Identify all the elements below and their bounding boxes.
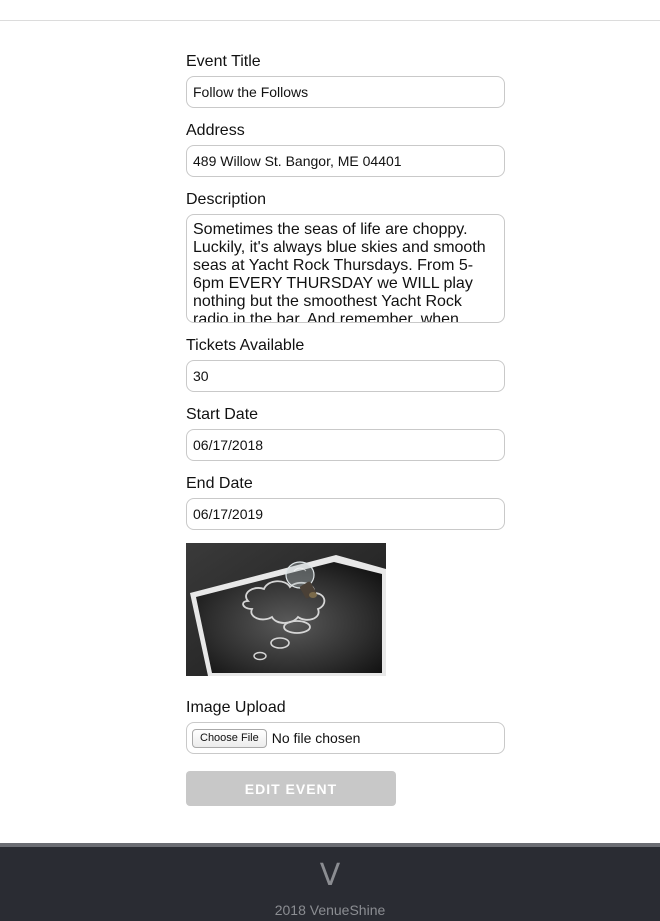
start-date-input[interactable]: 06/17/2018: [186, 429, 505, 461]
image-upload-field: Choose File No file chosen: [186, 722, 505, 754]
choose-file-button[interactable]: Choose File: [192, 728, 267, 748]
event-title-label: Event Title: [186, 53, 261, 70]
page: Event Title Follow the Follows Address 4…: [0, 0, 660, 921]
description-textarea[interactable]: Sometimes the seas of life are choppy. L…: [186, 214, 505, 323]
file-status-text: No file chosen: [271, 730, 361, 746]
tickets-available-input[interactable]: 30: [186, 360, 505, 392]
description-label: Description: [186, 191, 267, 208]
end-date-input[interactable]: 06/17/2019: [186, 498, 505, 530]
site-footer: V 2018 VenueShine: [0, 843, 660, 921]
tickets-available-label: Tickets Available: [186, 337, 305, 354]
event-title-input[interactable]: Follow the Follows: [186, 76, 505, 108]
address-input[interactable]: 489 Willow St. Bangor, ME 04401: [186, 145, 505, 177]
footer-copyright: 2018 VenueShine: [274, 902, 386, 918]
footer-logo: V: [319, 858, 341, 893]
header-divider: [0, 20, 660, 21]
event-image-lightbulb-chalkboard: [186, 543, 386, 676]
edit-event-form: Event Title Follow the Follows Address 4…: [186, 52, 505, 806]
image-upload-label: Image Upload: [186, 699, 286, 716]
start-date-label: Start Date: [186, 406, 259, 423]
edit-event-button[interactable]: EDIT EVENT: [186, 771, 396, 806]
end-date-label: End Date: [186, 475, 253, 492]
address-label: Address: [186, 122, 245, 139]
